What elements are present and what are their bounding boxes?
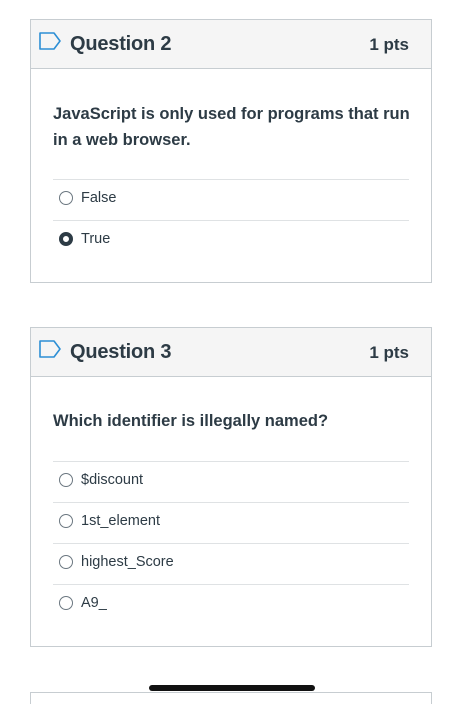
- answer-label[interactable]: True: [81, 231, 110, 247]
- radio-button[interactable]: [59, 514, 73, 528]
- radio-button-selected[interactable]: [59, 232, 73, 246]
- answer-option[interactable]: $discount: [53, 461, 409, 502]
- question-points: 1 pts: [369, 35, 409, 54]
- home-indicator-bar[interactable]: [149, 685, 315, 691]
- answer-option[interactable]: A9_: [53, 584, 409, 625]
- question-header: Question 3 1 pts: [31, 328, 431, 377]
- answer-option[interactable]: 1st_element: [53, 502, 409, 543]
- question-header: Question 2 1 pts: [31, 20, 431, 69]
- answer-label[interactable]: highest_Score: [81, 554, 174, 570]
- question-points: 1 pts: [369, 343, 409, 362]
- question-title: Question 3: [70, 341, 172, 363]
- answer-list: $discount 1st_element highest_Score A9_: [53, 461, 409, 625]
- radio-button[interactable]: [59, 596, 73, 610]
- answer-label[interactable]: A9_: [81, 595, 107, 611]
- next-question-card-edge: [30, 692, 432, 704]
- question-card-2: Question 2 1 pts JavaScript is only used…: [30, 19, 432, 283]
- answer-label[interactable]: 1st_element: [81, 513, 160, 529]
- radio-button[interactable]: [59, 555, 73, 569]
- answer-option[interactable]: highest_Score: [53, 543, 409, 584]
- question-text: Which identifier is illegally named?: [53, 412, 329, 430]
- radio-button[interactable]: [59, 473, 73, 487]
- question-text: JavaScript is only used for programs tha…: [53, 105, 410, 149]
- radio-button[interactable]: [59, 191, 73, 205]
- question-title: Question 2: [70, 33, 172, 55]
- answer-list: False True: [53, 179, 409, 261]
- flag-icon[interactable]: [39, 32, 61, 50]
- answer-option[interactable]: False: [53, 179, 409, 220]
- answer-label[interactable]: $discount: [81, 472, 143, 488]
- question-card-3: Question 3 1 pts Which identifier is ill…: [30, 327, 432, 647]
- answer-option[interactable]: True: [53, 220, 409, 261]
- flag-icon[interactable]: [39, 340, 61, 358]
- answer-label[interactable]: False: [81, 190, 116, 206]
